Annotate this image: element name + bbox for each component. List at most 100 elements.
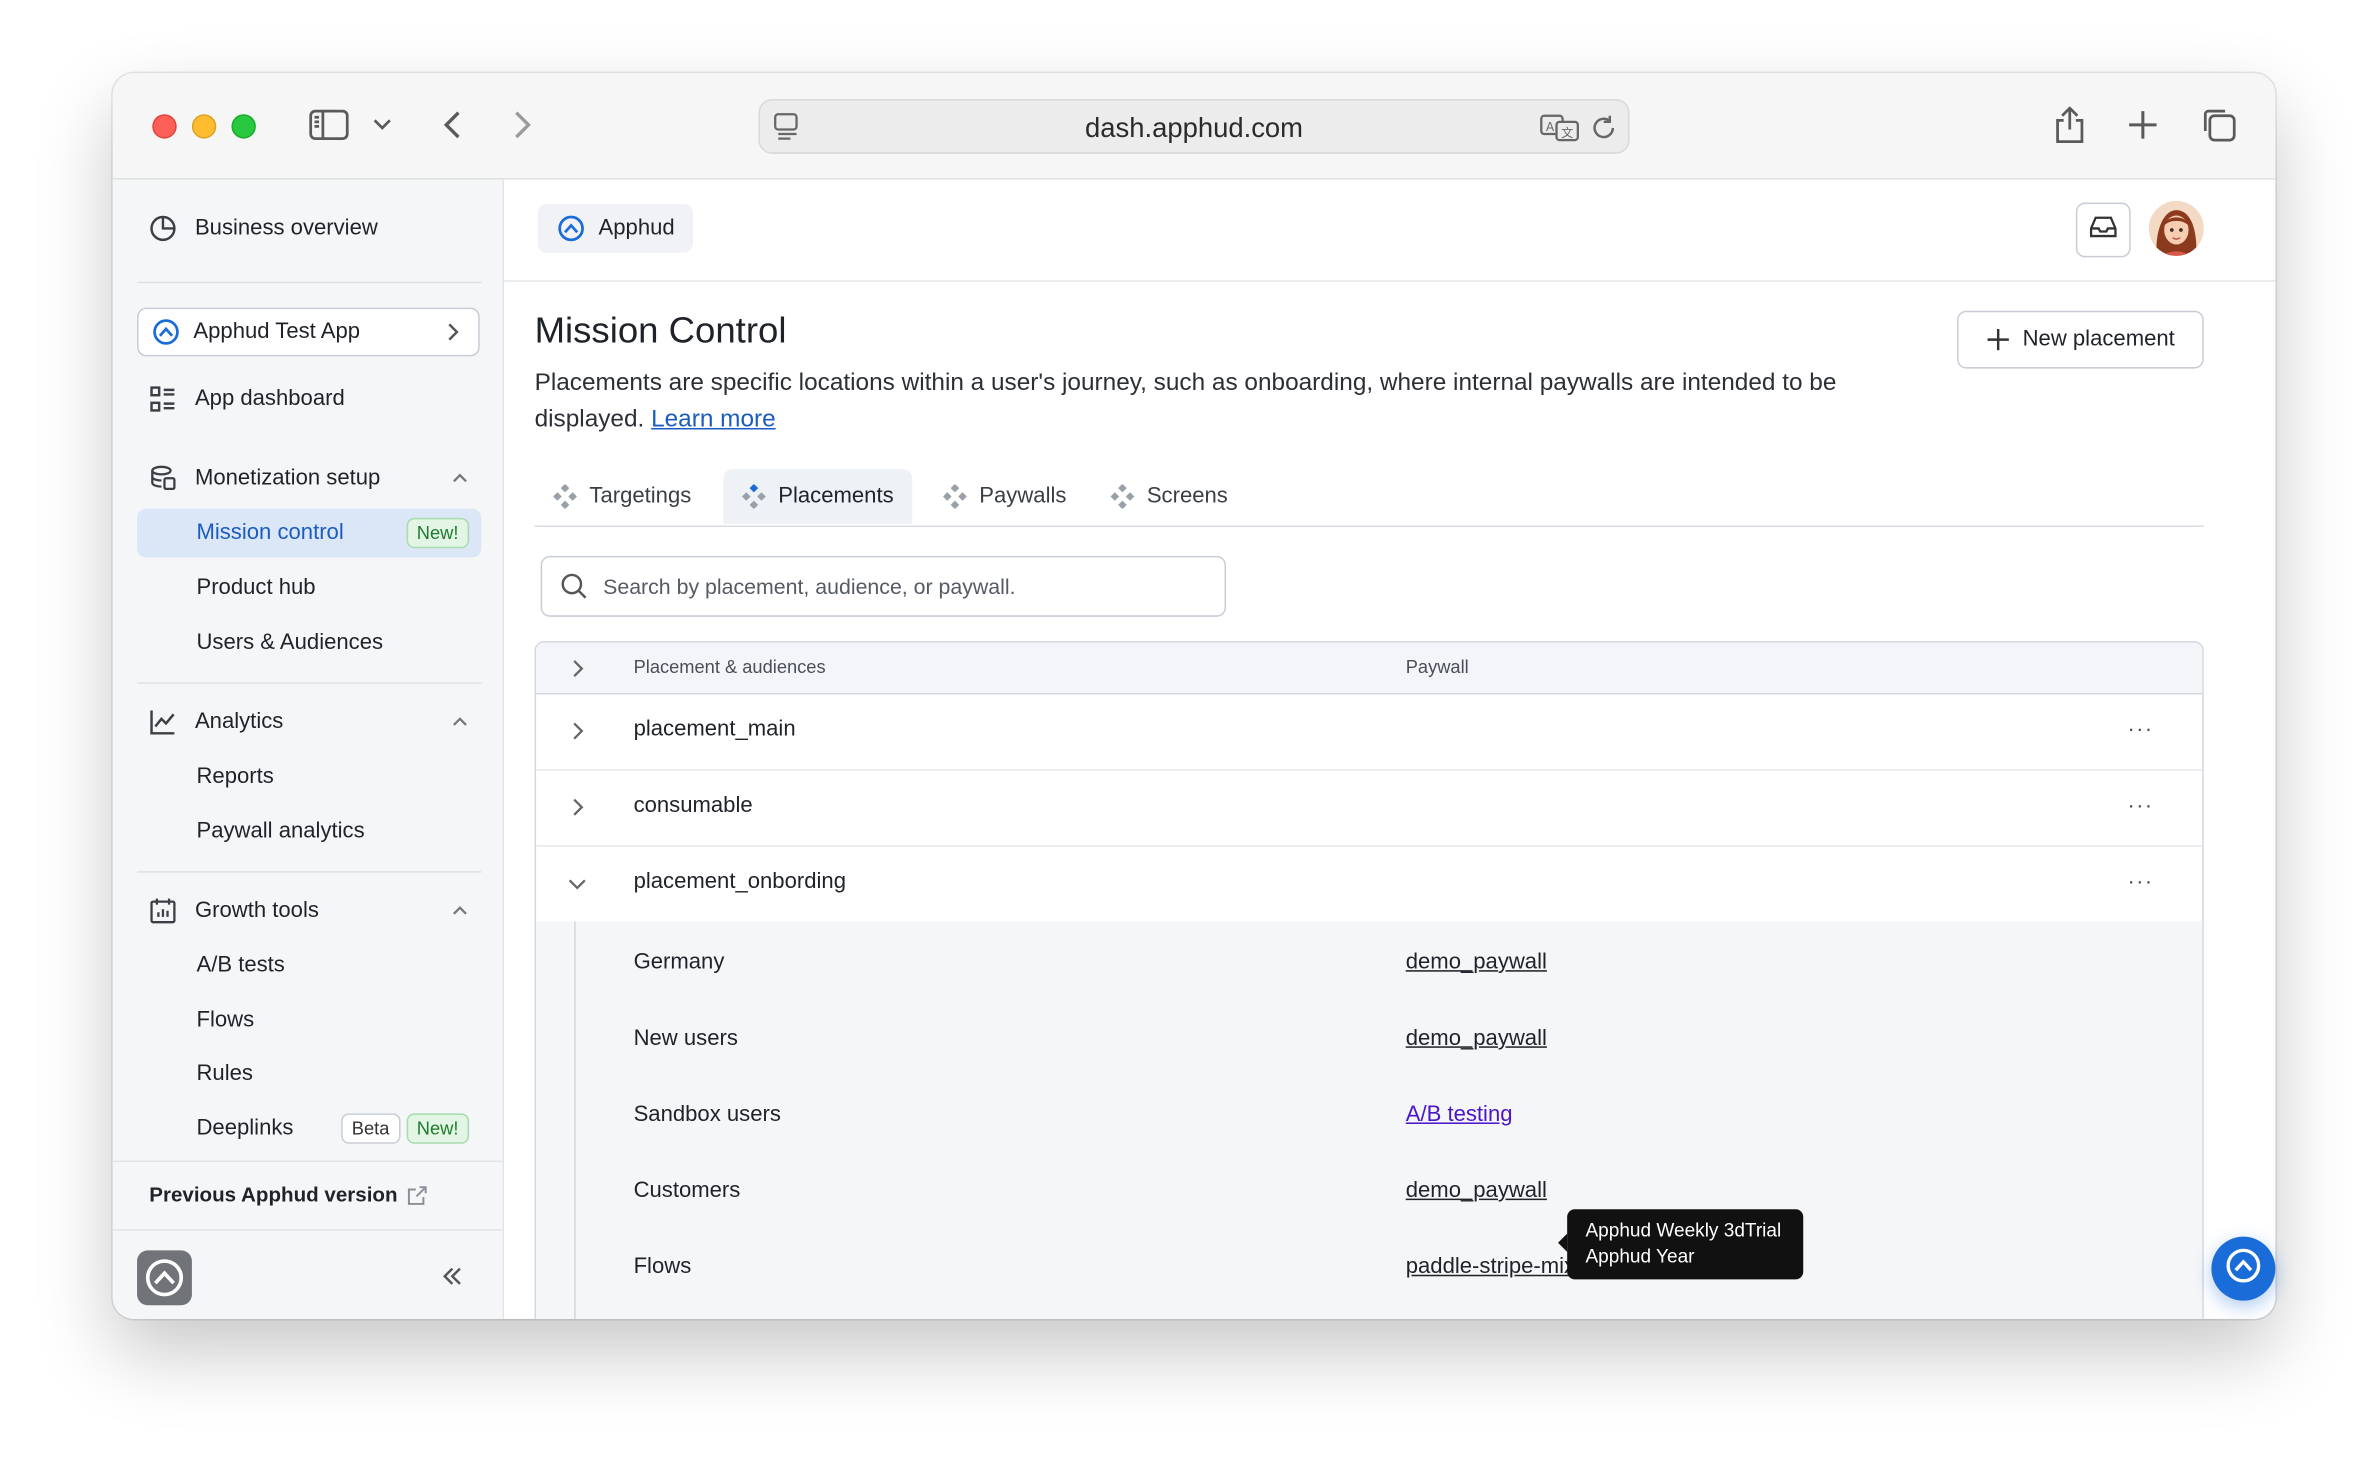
share-icon[interactable] — [2050, 104, 2090, 147]
browser-window: dash.apphud.com A文 Business overview App… — [112, 73, 2276, 1319]
previous-version-link[interactable]: Previous Apphud version — [149, 1183, 428, 1206]
database-icon — [146, 461, 180, 495]
sidebar-item-business-overview[interactable]: Business overview — [137, 204, 481, 253]
more-options-icon[interactable]: ··· — [2128, 792, 2154, 816]
audience-name: Flows — [633, 1254, 692, 1280]
main-content: Apphud Mission Control Placements are sp… — [504, 179, 2276, 1319]
sidebar-item-deeplinks[interactable]: Deeplinks Beta New! — [137, 1104, 481, 1153]
inbox-button[interactable] — [2075, 202, 2131, 258]
sidebar-item-label: Business overview — [194, 216, 378, 241]
ab-test-link[interactable]: A/B testing — [1406, 1103, 1513, 1127]
browser-titlebar: dash.apphud.com A文 — [112, 73, 2276, 180]
sidebar-section-growth-tools[interactable]: Growth tools — [137, 886, 481, 935]
address-bar[interactable]: dash.apphud.com A文 — [758, 98, 1630, 154]
beta-badge: Beta — [341, 1113, 401, 1144]
sidebar-item-rules[interactable]: Rules — [137, 1049, 481, 1098]
translate-icon[interactable]: A文 — [1540, 113, 1580, 143]
minimize-window-button[interactable] — [191, 114, 217, 139]
sidebar-section-label: Growth tools — [194, 898, 319, 923]
sidebar-divider — [137, 281, 482, 284]
column-header: Paywall — [1405, 656, 1469, 678]
diamond-grid-icon — [741, 483, 766, 510]
tab-paywalls[interactable]: Paywalls — [924, 469, 1084, 524]
sidebar-item-label: Flows — [196, 1008, 255, 1033]
audience-list: Germany demo_paywall New users demo_payw… — [536, 921, 2203, 1319]
search-input[interactable]: Search by placement, audience, or paywal… — [540, 555, 1227, 617]
sidebar-section-label: Monetization setup — [194, 466, 381, 491]
sidebar-item-label: Reports — [196, 764, 274, 789]
audience-row: New users demo_paywall — [536, 1004, 2202, 1080]
plus-icon — [1986, 327, 2010, 351]
diamond-grid-icon — [1110, 483, 1135, 510]
svg-text:A: A — [1546, 120, 1555, 134]
new-badge: New! — [406, 1113, 470, 1144]
audience-name: New users — [633, 1026, 738, 1051]
tab-label: Placements — [778, 484, 894, 509]
audience-row: Germany demo_paywall — [536, 928, 2202, 1004]
paywall-link[interactable]: demo_paywall — [1406, 950, 1547, 974]
sidebar-item-label: Deeplinks — [196, 1116, 294, 1141]
app-chip[interactable]: Apphud — [537, 204, 693, 253]
chevron-down-icon[interactable] — [567, 873, 588, 894]
app-selector[interactable]: Apphud Test App — [137, 307, 480, 357]
paywall-link[interactable]: demo_paywall — [1406, 1027, 1547, 1051]
zoom-window-button[interactable] — [231, 114, 256, 139]
tab-targetings[interactable]: Targetings — [535, 469, 710, 524]
sidebar-item-label: A/B tests — [196, 953, 285, 978]
search-icon — [560, 573, 587, 600]
back-icon[interactable] — [436, 107, 470, 144]
previous-version-label: Previous Apphud version — [149, 1183, 398, 1207]
support-chat-button[interactable] — [2211, 1236, 2276, 1301]
new-badge: New! — [406, 517, 470, 549]
new-placement-button[interactable]: New placement — [1957, 310, 2204, 369]
svg-text:文: 文 — [1561, 125, 1573, 140]
avatar[interactable] — [2148, 201, 2204, 256]
more-options-icon[interactable]: ··· — [2128, 716, 2154, 740]
sidebar-item-label: Rules — [196, 1061, 253, 1086]
more-options-icon[interactable]: ··· — [2128, 868, 2154, 892]
tabs: Targetings Placements Paywalls Screens — [534, 469, 2204, 527]
sidebar-section-analytics[interactable]: Analytics — [137, 698, 481, 747]
placement-name: placement_onbording — [633, 869, 846, 895]
sidebar-item-users-audiences[interactable]: Users & Audiences — [137, 618, 481, 667]
sidebar-item-ab-tests[interactable]: A/B tests — [137, 941, 481, 990]
paywall-link[interactable]: demo_paywall — [1406, 1179, 1547, 1203]
sidebar-item-paywall-analytics[interactable]: Paywall analytics — [137, 807, 481, 856]
expand-all-icon[interactable] — [567, 658, 588, 679]
tab-placements[interactable]: Placements — [723, 469, 912, 524]
sidebar-item-product-hub[interactable]: Product hub — [137, 564, 481, 613]
sidebar-item-flows[interactable]: Flows — [137, 996, 481, 1045]
sidebar-section-monetization[interactable]: Monetization setup — [137, 454, 481, 503]
tab-screens[interactable]: Screens — [1092, 469, 1246, 524]
chevron-up-icon — [451, 713, 469, 731]
audience-name: Customers — [633, 1178, 741, 1204]
sidebar-item-reports[interactable]: Reports — [137, 752, 481, 801]
chevron-down-icon[interactable] — [369, 111, 396, 138]
tab-overview-icon[interactable] — [2199, 105, 2239, 145]
table-row[interactable]: placement_onbording ··· — [536, 847, 2203, 923]
sidebar-item-app-dashboard[interactable]: App dashboard — [137, 375, 481, 424]
new-placement-label: New placement — [2022, 327, 2175, 352]
chevron-right-icon[interactable] — [567, 797, 588, 818]
audience-row: Flows paddle-stripe-mix — [536, 1232, 2202, 1308]
collapse-sidebar-icon[interactable] — [439, 1263, 466, 1290]
sidebar-toggle-icon[interactable] — [308, 107, 351, 144]
sidebar-section-label: Analytics — [194, 709, 284, 735]
close-window-button[interactable] — [152, 114, 177, 139]
sidebar-item-mission-control[interactable]: Mission control New! — [137, 508, 482, 558]
audience-row: Customers demo_paywall — [536, 1156, 2202, 1232]
new-tab-icon[interactable] — [2123, 105, 2163, 145]
chevron-right-icon[interactable] — [567, 720, 588, 741]
table-row[interactable]: placement_main ··· — [536, 694, 2203, 771]
placement-name: placement_main — [633, 717, 796, 742]
table-row[interactable]: consumable ··· — [536, 771, 2203, 847]
reload-icon[interactable] — [1588, 113, 1618, 143]
sidebar-item-label: Product hub — [196, 575, 316, 601]
audience-row: Sandbox users A/B testing — [536, 1080, 2202, 1156]
apphud-logo-icon[interactable] — [137, 1250, 192, 1306]
paywall-link[interactable]: paddle-stripe-mix — [1406, 1255, 1575, 1279]
apphud-logo-icon — [556, 213, 586, 243]
learn-more-link[interactable]: Learn more — [651, 407, 776, 433]
sidebar-item-label: Users & Audiences — [196, 630, 384, 655]
forward-icon[interactable] — [506, 107, 540, 144]
